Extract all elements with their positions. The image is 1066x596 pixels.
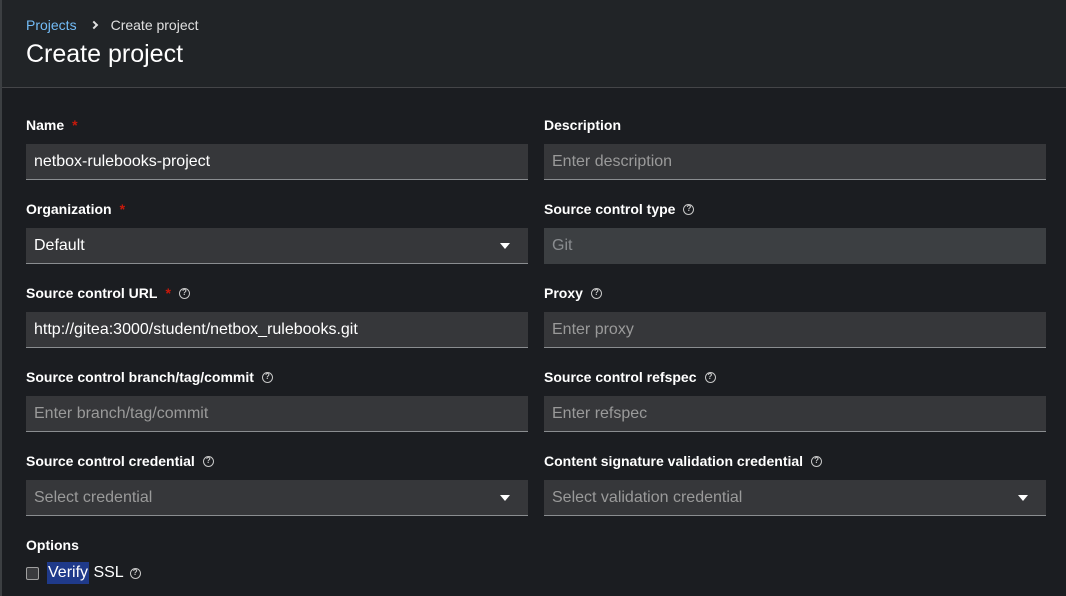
- required-indicator: *: [72, 117, 78, 133]
- breadcrumb: Projects Create project: [26, 17, 199, 33]
- source-control-type-input: Git: [544, 228, 1046, 264]
- source-control-url-input[interactable]: http://gitea:3000/student/netbox_ruleboo…: [26, 312, 528, 348]
- signature-credential-label: Content signature validation credential: [544, 453, 804, 469]
- required-indicator: *: [165, 285, 171, 301]
- proxy-label: Proxy: [544, 285, 583, 301]
- organization-field: Organization * Default: [26, 200, 528, 264]
- credential-label: Source control credential: [26, 453, 195, 469]
- source-control-url-field: Source control URL * ? http://gitea:3000…: [26, 284, 528, 348]
- name-input[interactable]: netbox-rulebooks-project: [26, 144, 528, 180]
- branch-input[interactable]: Enter branch/tag/commit: [26, 396, 528, 432]
- credential-placeholder: Select credential: [34, 488, 153, 506]
- branch-field: Source control branch/tag/commit ? Enter…: [26, 368, 528, 432]
- signature-credential-select[interactable]: Select validation credential: [544, 480, 1046, 516]
- refspec-label: Source control refspec: [544, 369, 697, 385]
- help-icon[interactable]: ?: [704, 371, 716, 383]
- caret-down-icon: [1018, 495, 1028, 501]
- organization-label: Organization: [26, 201, 112, 217]
- source-control-type-field: Source control type ? Git: [544, 200, 1046, 264]
- help-icon[interactable]: ?: [590, 287, 602, 299]
- help-icon[interactable]: ?: [261, 371, 273, 383]
- credential-field: Source control credential ? Select crede…: [26, 452, 528, 516]
- verify-ssl-option: Verify SSL ?: [26, 562, 141, 584]
- branch-label: Source control branch/tag/commit: [26, 369, 254, 385]
- help-icon[interactable]: ?: [683, 203, 695, 215]
- breadcrumb-current: Create project: [110, 17, 199, 33]
- page-title: Create project: [26, 40, 184, 68]
- name-field: Name * netbox-rulebooks-project: [26, 116, 528, 180]
- organization-select[interactable]: Default: [26, 228, 528, 264]
- signature-credential-placeholder: Select validation credential: [552, 488, 743, 506]
- breadcrumb-projects-link[interactable]: Projects: [26, 17, 77, 33]
- create-project-page: Projects Create project Create project N…: [0, 0, 1066, 596]
- organization-value: Default: [34, 236, 85, 254]
- source-control-url-label: Source control URL: [26, 285, 158, 301]
- required-indicator: *: [119, 201, 126, 217]
- name-label: Name: [26, 117, 65, 133]
- signature-credential-field: Content signature validation credential …: [544, 452, 1046, 516]
- description-field: Description Enter description: [544, 116, 1046, 180]
- options-label: Options: [26, 537, 79, 553]
- caret-down-icon: [500, 495, 510, 501]
- refspec-input[interactable]: Enter refspec: [544, 396, 1046, 432]
- refspec-field: Source control refspec ? Enter refspec: [544, 368, 1046, 432]
- help-icon[interactable]: ?: [811, 455, 823, 467]
- chevron-right-icon: [89, 20, 98, 30]
- caret-down-icon: [500, 243, 510, 249]
- verify-ssl-label-highlight: Verify: [47, 562, 90, 584]
- project-form: Name * netbox-rulebooks-project Descript…: [2, 88, 1066, 596]
- description-input[interactable]: Enter description: [544, 144, 1046, 180]
- proxy-field: Proxy ? Enter proxy: [544, 284, 1046, 348]
- help-icon[interactable]: ?: [202, 455, 214, 467]
- page-header: Projects Create project Create project: [2, 0, 1066, 88]
- help-icon[interactable]: ?: [178, 287, 190, 299]
- verify-ssl-checkbox[interactable]: [26, 566, 39, 580]
- description-label: Description: [544, 117, 622, 133]
- proxy-input[interactable]: Enter proxy: [544, 312, 1046, 348]
- source-control-type-label: Source control type: [544, 201, 676, 217]
- verify-ssl-label: SSL: [89, 564, 124, 581]
- credential-select[interactable]: Select credential: [26, 480, 528, 516]
- help-icon[interactable]: ?: [129, 567, 141, 579]
